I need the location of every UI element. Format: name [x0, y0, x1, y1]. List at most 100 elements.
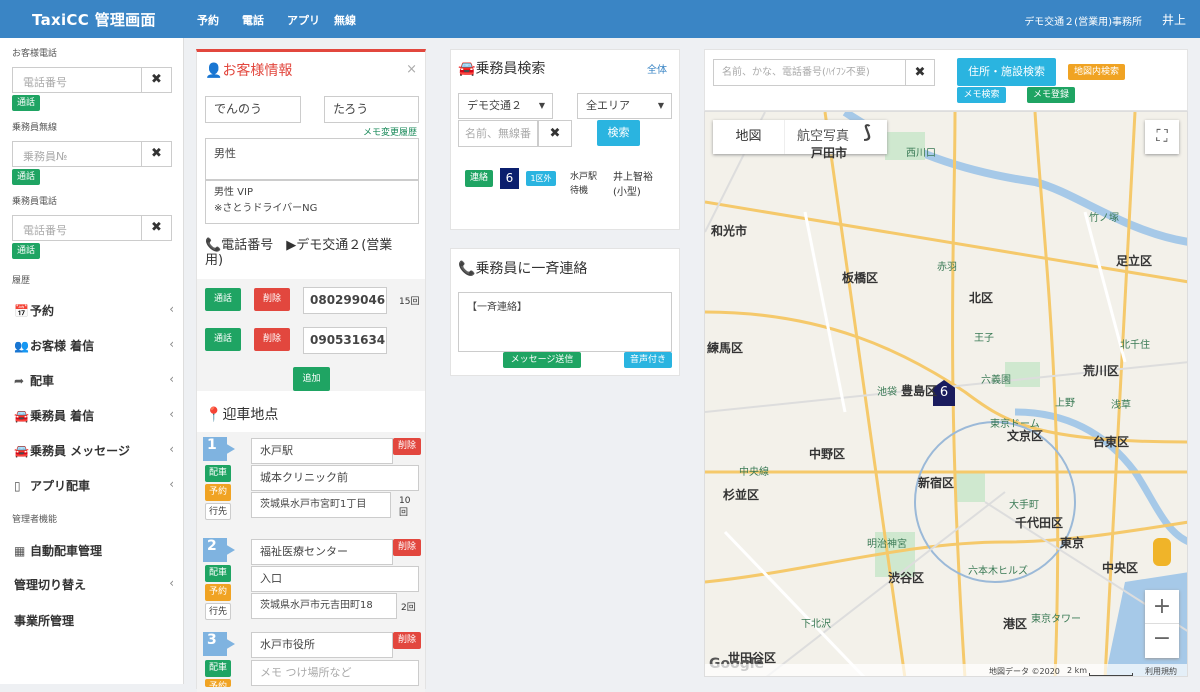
first-name-input[interactable]: たろう [324, 96, 419, 123]
map-ward-label: 港区 [1003, 617, 1028, 631]
driver-search-button[interactable]: 検索 [597, 120, 640, 146]
pickup-name-input[interactable]: 福祉医療センター [251, 539, 393, 565]
pickup-reserve-button[interactable]: 予約 [205, 584, 231, 601]
menu-label: 管理切り替え [14, 578, 87, 592]
clear-driver-radio-button[interactable]: ✖ [141, 142, 171, 166]
area-select[interactable]: 全エリア ▼ [577, 93, 672, 119]
pickup-memo-input[interactable]: 城本クリニック前 [251, 465, 419, 491]
pickup-delete-button[interactable]: 削除 [393, 539, 421, 556]
pickup-address-input[interactable]: 茨城県水戸市宮町1丁目 [251, 492, 391, 518]
map-place-label: 東京タワー [1031, 614, 1081, 625]
clear-driver-name-button[interactable]: ✖ [538, 120, 572, 147]
phone-call-button[interactable]: 通話 [205, 328, 241, 351]
pickup-address-input[interactable]: 茨城県水戸市元吉田町18 [251, 593, 397, 619]
grid-icon: ▦ [14, 544, 26, 558]
memo-register-button[interactable]: メモ登録 [1027, 87, 1075, 103]
customer-notes-textarea[interactable]: 男性 VIP ※さとうドライバーNG [205, 180, 419, 224]
phone-delete-button[interactable]: 削除 [254, 288, 290, 311]
map-place-label: 西川口 [906, 148, 936, 159]
pickup-destination-button[interactable]: 行先 [205, 503, 231, 520]
zoom-in-icon[interactable]: + [1145, 590, 1179, 624]
phone-call-button[interactable]: 通話 [205, 288, 241, 311]
pegman-icon[interactable] [1153, 538, 1171, 566]
menu-driver-message[interactable]: 🚘乗務員 メッセージ ‹ [14, 442, 174, 459]
nav-phone[interactable]: 電話 [242, 12, 264, 28]
gender-textarea[interactable]: 男性 [205, 138, 419, 180]
address-search-button[interactable]: 住所・施設検索 [957, 58, 1056, 86]
pickup-memo-input[interactable]: メモ つけ場所など [251, 660, 419, 686]
close-icon[interactable]: × [406, 62, 417, 77]
fullscreen-icon[interactable]: ⛶ [1145, 120, 1179, 154]
memo-history-link[interactable]: メモ変更履歴 [363, 125, 417, 138]
company-select-value: デモ交通２ [467, 99, 522, 112]
company-select[interactable]: デモ交通２ ▼ [458, 93, 553, 119]
broadcast-message-textarea[interactable]: 【一斉連絡】 [458, 292, 672, 352]
user-name[interactable]: 井上 [1162, 11, 1186, 28]
pickup-name-input[interactable]: 水戸駅 [251, 438, 393, 464]
zoom-out-icon[interactable]: − [1145, 624, 1179, 658]
nav-reservation[interactable]: 予約 [197, 12, 219, 28]
last-name-input[interactable]: でんのう [205, 96, 301, 123]
map-tab[interactable]: 地図 [713, 120, 785, 154]
app-brand[interactable]: TaxiCC 管理画面 [32, 9, 156, 30]
customer-call-button[interactable]: 通話 [12, 95, 40, 111]
menu-label: 乗務員 メッセージ [30, 444, 130, 458]
driver-name-input[interactable]: 名前、無線番 [458, 120, 538, 147]
driver-search-panel: 🚘乗務員検索 全体 デモ交通２ ▼ 全エリア ▼ 名前、無線番 ✖ 検索 連絡 6 … [450, 49, 680, 230]
chevron-left-icon: ‹ [169, 337, 174, 351]
pickup-delete-button[interactable]: 削除 [393, 438, 421, 455]
map-place-label: 東京ドーム [990, 419, 1040, 430]
pickup-destination-button[interactable]: 行先 [205, 603, 231, 620]
nav-app[interactable]: アプリ [287, 12, 320, 28]
pickup-reserve-button[interactable]: 予約 [205, 679, 231, 687]
in-map-search-button[interactable]: 地図内検索 [1068, 64, 1125, 80]
top-navbar: TaxiCC 管理画面 予約 電話 アプリ 無線 デモ交通２(営業用)事務所 井… [0, 0, 1200, 38]
send-message-button[interactable]: メッセージ送信 [503, 352, 581, 368]
driver-radio-input[interactable]: 乗務員№ ✖ [12, 141, 172, 167]
pickup-dispatch-button[interactable]: 配車 [205, 465, 231, 482]
company-heading-cont: 用) [205, 253, 224, 268]
phone-number-input[interactable]: 090531634 [303, 327, 387, 354]
menu-reservation[interactable]: 📅予約 ‹ [14, 302, 174, 319]
pickup-reserve-button[interactable]: 予約 [205, 484, 231, 501]
map-ward-label: 渋谷区 [888, 571, 925, 585]
customer-phone-input[interactable]: 電話番号 ✖ [12, 67, 172, 93]
pickup-memo-input[interactable]: 入口 [251, 566, 419, 592]
map-ward-label: 台東区 [1093, 435, 1130, 449]
phone-number-input[interactable]: 080299046 [303, 287, 387, 314]
map-terms-link[interactable]: 利用規約 [1145, 666, 1177, 676]
broadcast-panel: 📞乗務員に一斉連絡 【一斉連絡】 メッセージ送信 音声付き [450, 248, 680, 376]
map-view[interactable]: 地図 航空写真 ⟆ ⛶ 6 戸田市 和光市 板橋区 北区 足立区 練馬区 荒川区 豊島区 文京区… [704, 111, 1188, 677]
clear-map-search-button[interactable]: ✖ [905, 59, 935, 86]
driver-phone-input[interactable]: 電話番号 ✖ [12, 215, 172, 241]
menu-app-dispatch[interactable]: ▯ アプリ配車 ‹ [14, 477, 174, 494]
phone-delete-button[interactable]: 削除 [254, 328, 290, 351]
menu-office-management[interactable]: 事業所管理 [14, 612, 174, 629]
add-phone-button[interactable]: 追加 [293, 367, 330, 391]
clear-driver-phone-button[interactable]: ✖ [141, 216, 171, 240]
pickup-dispatch-button[interactable]: 配車 [205, 660, 231, 677]
pickup-delete-button[interactable]: 削除 [393, 632, 421, 649]
map-search-input[interactable]: 名前、かな、電話番号(ﾊｲﾌﾝ不要) [713, 59, 907, 86]
pickup-name-input[interactable]: 水戸市役所 [251, 632, 393, 658]
menu-auto-dispatch[interactable]: ▦ 自動配車管理 [14, 542, 174, 559]
driver-number-badge[interactable]: 6 [500, 168, 519, 189]
clear-customer-phone-button[interactable]: ✖ [141, 68, 171, 92]
voice-message-button[interactable]: 音声付き [624, 352, 672, 368]
driver-location-name: 水戸駅 [570, 172, 598, 182]
pickup-dispatch-button[interactable]: 配車 [205, 565, 231, 582]
driver-phone-call-button[interactable]: 通話 [12, 243, 40, 259]
memo-search-button[interactable]: メモ検索 [957, 87, 1006, 103]
driver-status-badge[interactable]: 連絡 [465, 170, 493, 187]
driver-radio-call-button[interactable]: 通話 [12, 169, 40, 185]
menu-driver-incoming[interactable]: 🚘乗務員 着信 ‹ [14, 407, 174, 424]
note-line: 男性 VIP [214, 187, 253, 198]
traffic-icon[interactable]: ⟆ [863, 122, 871, 143]
map-place-label: 上野 [1055, 398, 1075, 409]
all-drivers-link[interactable]: 全体 [647, 61, 667, 76]
map-ward-label: 中央区 [1102, 561, 1139, 575]
menu-dispatch[interactable]: ➦ 配車 ‹ [14, 372, 174, 389]
menu-customer-incoming[interactable]: 👥お客様 着信 ‹ [14, 337, 174, 354]
nav-radio[interactable]: 無線 [334, 12, 356, 28]
menu-admin-switch[interactable]: 管理切り替え ‹ [14, 576, 174, 593]
